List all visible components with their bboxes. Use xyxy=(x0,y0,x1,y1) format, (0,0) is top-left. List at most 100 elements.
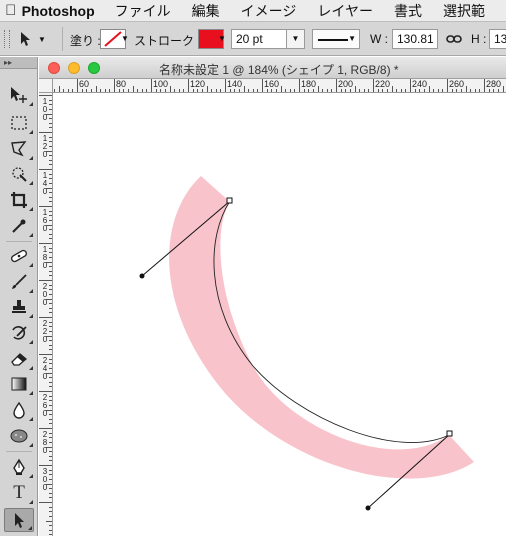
menu-layer[interactable]: レイヤー xyxy=(317,1,373,21)
ruler-tick xyxy=(49,285,52,286)
gradient-tool-icon xyxy=(11,377,27,391)
horizontal-ruler[interactable]: 60 80 100 120 140 160 180 200 220 240 260 280 xyxy=(53,79,506,93)
blur-tool[interactable] xyxy=(4,398,34,422)
tool-flyout-indicator xyxy=(29,263,33,267)
ruler-tick xyxy=(156,89,157,92)
ruler-tick xyxy=(498,89,499,92)
type-tool-icon: T xyxy=(13,482,25,503)
eyedropper-tool[interactable] xyxy=(4,214,34,238)
dodge-tool-icon xyxy=(10,429,28,443)
ruler-tick xyxy=(350,89,351,92)
type-tool[interactable]: T xyxy=(4,481,34,505)
ruler-tick xyxy=(49,271,52,272)
close-window-button[interactable] xyxy=(48,62,60,74)
canvas[interactable] xyxy=(54,94,506,536)
move-tool[interactable] xyxy=(4,83,34,107)
ruler-tick xyxy=(49,451,52,452)
menu-type[interactable]: 書式 xyxy=(394,1,422,21)
chevron-down-icon[interactable]: ▼ xyxy=(287,29,305,49)
ruler-tick xyxy=(49,507,52,508)
path-selection-tool[interactable] xyxy=(4,508,34,532)
ruler-tick xyxy=(382,89,383,92)
link-icon[interactable] xyxy=(446,33,462,45)
menu-image[interactable]: イメージ xyxy=(241,1,297,21)
ruler-label: 180 xyxy=(301,79,317,89)
ruler-label: 80 xyxy=(116,79,127,89)
ruler-tick xyxy=(49,123,52,124)
ruler-tick xyxy=(290,89,291,92)
chevron-down-icon[interactable]: ▼ xyxy=(218,34,226,43)
tools-panel-header[interactable]: ▸▸ xyxy=(0,57,37,69)
quick-selection-tool[interactable] xyxy=(4,162,34,186)
ruler-tick xyxy=(49,229,52,230)
ruler-tick xyxy=(39,465,52,466)
anchor-point-start[interactable] xyxy=(226,197,233,204)
ruler-label: 2 0 0 xyxy=(42,282,48,307)
spot-healing-brush-tool[interactable] xyxy=(4,244,34,268)
height-label: H : xyxy=(471,32,487,46)
gradient-tool[interactable] xyxy=(4,372,34,396)
ruler-tick xyxy=(77,79,78,92)
ruler-tick xyxy=(49,331,52,332)
dodge-tool[interactable] xyxy=(4,424,34,448)
ruler-tick xyxy=(234,89,235,92)
canvas-artwork xyxy=(139,176,474,511)
zoom-window-button[interactable] xyxy=(88,62,100,74)
ruler-tick xyxy=(424,89,425,92)
menu-app-name[interactable]: Photoshop xyxy=(22,3,95,19)
ruler-tick xyxy=(183,89,184,92)
ruler-tick xyxy=(105,89,106,92)
shape-1-stroke[interactable] xyxy=(169,176,474,479)
ruler-tick xyxy=(405,89,406,92)
minimize-window-button[interactable] xyxy=(68,62,80,74)
crop-tool[interactable] xyxy=(4,188,34,212)
ruler-origin[interactable] xyxy=(39,79,53,93)
photoshop-screen: { "menubar": { "app": "Photoshop", "item… xyxy=(0,0,506,536)
menu-file[interactable]: ファイル xyxy=(115,1,171,21)
direction-handle-start[interactable] xyxy=(139,273,145,279)
stroke-type-picker[interactable]: ▼ xyxy=(312,29,360,49)
pen-tool[interactable] xyxy=(4,455,34,479)
ruler-tick xyxy=(39,169,52,170)
ruler-tick xyxy=(49,238,52,239)
apple-icon[interactable]:  xyxy=(0,2,22,19)
ruler-tick xyxy=(123,89,124,92)
tool-preset-picker[interactable]: ▼ xyxy=(18,28,58,50)
options-bar-grip[interactable] xyxy=(4,30,10,48)
ruler-label: 2 2 0 xyxy=(42,319,48,344)
ruler-tick xyxy=(49,368,52,369)
width-field[interactable]: 130.81 xyxy=(392,29,438,49)
ruler-tick xyxy=(368,89,369,92)
eraser-tool-icon xyxy=(11,353,28,366)
ruler-tick xyxy=(49,359,52,360)
anchor-point-end[interactable] xyxy=(446,430,453,437)
eraser-tool[interactable] xyxy=(4,347,34,371)
ruler-tick xyxy=(96,86,97,92)
ruler-tick xyxy=(49,525,52,526)
document-title-bar[interactable]: 名称未設定 1 @ 184% (シェイプ 1, RGB/8) * xyxy=(39,57,506,79)
direction-handle-end[interactable] xyxy=(365,505,371,511)
menu-select[interactable]: 選択範 xyxy=(443,1,485,21)
ruler-tick xyxy=(59,86,60,92)
marquee-tool[interactable] xyxy=(4,111,34,135)
ruler-tick xyxy=(39,428,52,429)
ruler-tick xyxy=(49,192,52,193)
brush-tool[interactable] xyxy=(4,270,34,294)
tools-panel: ▸▸ T xyxy=(0,57,38,536)
ruler-label: 100 xyxy=(153,79,169,89)
stroke-width-field[interactable]: 20 pt xyxy=(231,29,287,49)
lasso-tool[interactable] xyxy=(4,137,34,161)
quick-selection-tool-icon xyxy=(12,167,27,182)
ruler-tick xyxy=(49,211,52,212)
vertical-ruler[interactable]: 1 0 0 1 2 0 1 4 0 1 6 0 1 8 0 2 0 0 2 2 0 2 4 0… xyxy=(39,93,53,536)
chevron-down-icon[interactable]: ▼ xyxy=(121,34,129,43)
ruler-tick xyxy=(49,377,52,378)
ruler-tick xyxy=(49,414,52,415)
tool-flyout-indicator xyxy=(29,233,33,237)
fill-label: 塗り : xyxy=(70,34,101,48)
height-field[interactable]: 13 xyxy=(489,29,506,49)
history-brush-tool[interactable] xyxy=(4,321,34,345)
menu-edit[interactable]: 編集 xyxy=(192,1,220,21)
clone-stamp-tool[interactable] xyxy=(4,295,34,319)
ruler-label: 1 8 0 xyxy=(42,245,48,270)
